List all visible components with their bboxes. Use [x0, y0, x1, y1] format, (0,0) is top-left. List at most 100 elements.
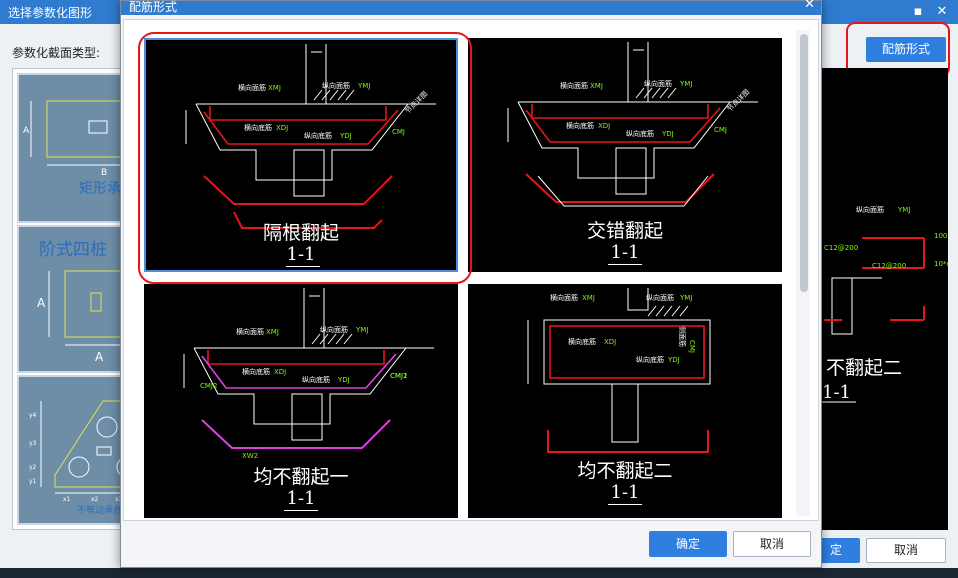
- pile-outline: [291, 393, 323, 441]
- preview-section: 1-1: [822, 382, 851, 403]
- rebar-option-2[interactable]: 横向面筋 XMJ 纵向面筋 YMJ 横向底筋 XDJ 纵向底筋 YDJ CMJ 节点详图 交错翻起 1…: [468, 38, 782, 272]
- background-title: 选择参数化图形: [8, 6, 93, 20]
- label-cmj: CMJ: [688, 340, 696, 353]
- dim-y4: y4: [29, 412, 37, 419]
- bottom-rebar: [525, 107, 721, 143]
- bottom-rebar: [201, 353, 397, 389]
- section-thumb-irregular[interactable]: y4 y3 y2 y1 x1 x2 x3 不等边承台: [17, 375, 135, 525]
- dialog-title: 配筋形式: [129, 0, 178, 14]
- hatch-mark: [667, 87, 677, 99]
- hatch-mark: [671, 305, 681, 317]
- close-icon[interactable]: ✕: [932, 2, 952, 22]
- label-xmj: XMJ: [266, 328, 279, 336]
- label-ydj: YDJ: [337, 376, 350, 384]
- dim-b-label: B: [101, 168, 107, 178]
- hatch-mark: [635, 87, 645, 99]
- label-xmj-name: 横向面筋: [560, 81, 588, 90]
- column-outline: [627, 42, 649, 103]
- section-preview: 纵向面筋 YMJ C12@200 C12@200 100 10*d 不翻起二 1…: [822, 68, 951, 530]
- maximize-icon[interactable]: ▪: [908, 2, 928, 22]
- label-ydj-name: 纵向底筋: [626, 129, 654, 138]
- hatch-mark: [663, 305, 673, 317]
- rebar-option-4[interactable]: 横向面筋 XMJ 纵向面筋 YMJ 横向底筋 XDJ 纵向底筋 YDJ 侧面筋 CMJ 均不翻起二 1…: [468, 284, 782, 518]
- selection-highlight: [138, 32, 472, 284]
- dim-y3: y3: [29, 440, 37, 447]
- label-ymj-name: 纵向面筋: [320, 325, 348, 334]
- label-xdj-name: 横向底筋: [568, 337, 596, 346]
- thumb-caption: 不等边承台: [77, 504, 122, 516]
- dim-b-label: A: [95, 350, 104, 364]
- label-xmj-name: 横向面筋: [550, 293, 578, 302]
- desktop-strip: [0, 568, 958, 578]
- section-type-label: 参数化截面类型:: [12, 46, 101, 60]
- label-cmj2: CMJ2: [200, 382, 217, 390]
- label-xdj: XDJ: [604, 338, 616, 346]
- cap-outline: [517, 101, 731, 179]
- option-label: 均不翻起一: [253, 466, 349, 488]
- ok-button[interactable]: 确定: [649, 531, 727, 557]
- cancel-button[interactable]: 取消: [733, 531, 811, 557]
- dim-a-label: A: [37, 296, 46, 310]
- label-side-name: 侧面筋: [678, 326, 687, 347]
- hatch-mark: [659, 87, 669, 99]
- label-detail: 节点详图: [725, 87, 751, 113]
- stepped-cap-diagram: 阶式四桩 A A: [37, 240, 135, 364]
- detail-bar: [547, 430, 709, 453]
- label-ydj: YDJ: [661, 130, 674, 138]
- section-underline: [608, 264, 642, 265]
- preview-label-100: 100: [934, 232, 947, 240]
- section-label: 1-1: [286, 488, 316, 509]
- section-underline: [284, 510, 318, 511]
- pile-outline: [615, 147, 647, 195]
- label-xdj-name: 横向底筋: [566, 121, 594, 130]
- rebar-option-grid: 横向面筋 XMJ 纵向面筋 YMJ 横向底筋 XDJ 纵向底筋 YDJ CMJ 节点详图 隔根翻起 1…: [123, 19, 819, 521]
- hatch-mark: [679, 305, 689, 317]
- label-cmj1: CMJ1: [390, 372, 407, 380]
- label-ymj: YMJ: [355, 326, 368, 334]
- label-xmj-name: 横向面筋: [236, 327, 264, 336]
- scrollbar-thumb[interactable]: [800, 34, 808, 292]
- label-ydj-name: 纵向底筋: [636, 355, 664, 364]
- irregular-cap-diagram: y4 y3 y2 y1 x1 x2 x3 不等边承台: [29, 400, 135, 516]
- hatch-mark: [343, 333, 353, 345]
- column-outline: [627, 288, 649, 311]
- top-rebar: [531, 104, 709, 119]
- section-thumb-stepped[interactable]: 阶式四桩 A A: [17, 225, 135, 373]
- section-label: 1-1: [610, 242, 640, 263]
- dim-a-label: A: [23, 126, 30, 136]
- hatch-mark: [647, 305, 657, 317]
- label-cmj: CMJ: [714, 126, 727, 134]
- close-icon[interactable]: ✕: [804, 0, 815, 12]
- section-type-list: A B 矩形承台 阶式四桩 A A y4 y3 y2 y1 x1 x2 x3 不…: [12, 68, 136, 530]
- preview-title: 不翻起二: [826, 357, 902, 379]
- hatch-mark: [335, 333, 345, 345]
- pile-outline: [611, 383, 639, 443]
- label-ymj-name: 纵向面筋: [646, 293, 674, 302]
- dialog-titlebar: 配筋形式 ✕: [121, 0, 821, 15]
- hatch-mark: [655, 305, 665, 317]
- preview-label-ymj: YMJ: [897, 206, 910, 214]
- label-ydj-name: 纵向底筋: [302, 375, 330, 384]
- hatch-mark: [311, 333, 321, 345]
- cap-outline: [193, 347, 407, 425]
- column-outline: [303, 288, 325, 349]
- rect-cap-diagram: A B 矩形承台: [23, 100, 135, 197]
- section-thumb-rect[interactable]: A B 矩形承台: [17, 73, 135, 223]
- option-label: 均不翻起二: [577, 460, 673, 482]
- preview-label-10d: 10*d: [934, 260, 948, 268]
- label-ymj: YMJ: [679, 294, 692, 302]
- rebar-option-3[interactable]: 横向面筋 XMJ 纵向面筋 YMJ 横向底筋 XDJ 纵向底筋 YDJ CMJ2 CMJ2 CMJ1…: [144, 284, 458, 518]
- preview-label-long-top: 纵向面筋: [856, 205, 884, 214]
- preview-label-c12-b: C12@200: [872, 262, 906, 270]
- preview-label-c12-a: C12@200: [824, 244, 858, 252]
- thumb-caption: 阶式四桩: [39, 240, 107, 260]
- option-label: 交错翻起: [586, 220, 663, 242]
- label-xdj: XDJ: [274, 368, 286, 376]
- label-xw2: XW2: [242, 452, 258, 460]
- label-xdj-name: 横向底筋: [242, 367, 270, 376]
- top-rebar: [207, 350, 385, 365]
- rebar-form-dialog: 配筋形式 ✕ 横向面筋 XMJ 纵向面筋 YMJ 横向底筋 XDJ 纵向底筋 YDJ CMJ 节点…: [120, 0, 822, 568]
- background-cancel-button[interactable]: 取消: [866, 538, 946, 563]
- dim-y1: y1: [29, 478, 37, 485]
- dim-x1: x1: [63, 496, 71, 503]
